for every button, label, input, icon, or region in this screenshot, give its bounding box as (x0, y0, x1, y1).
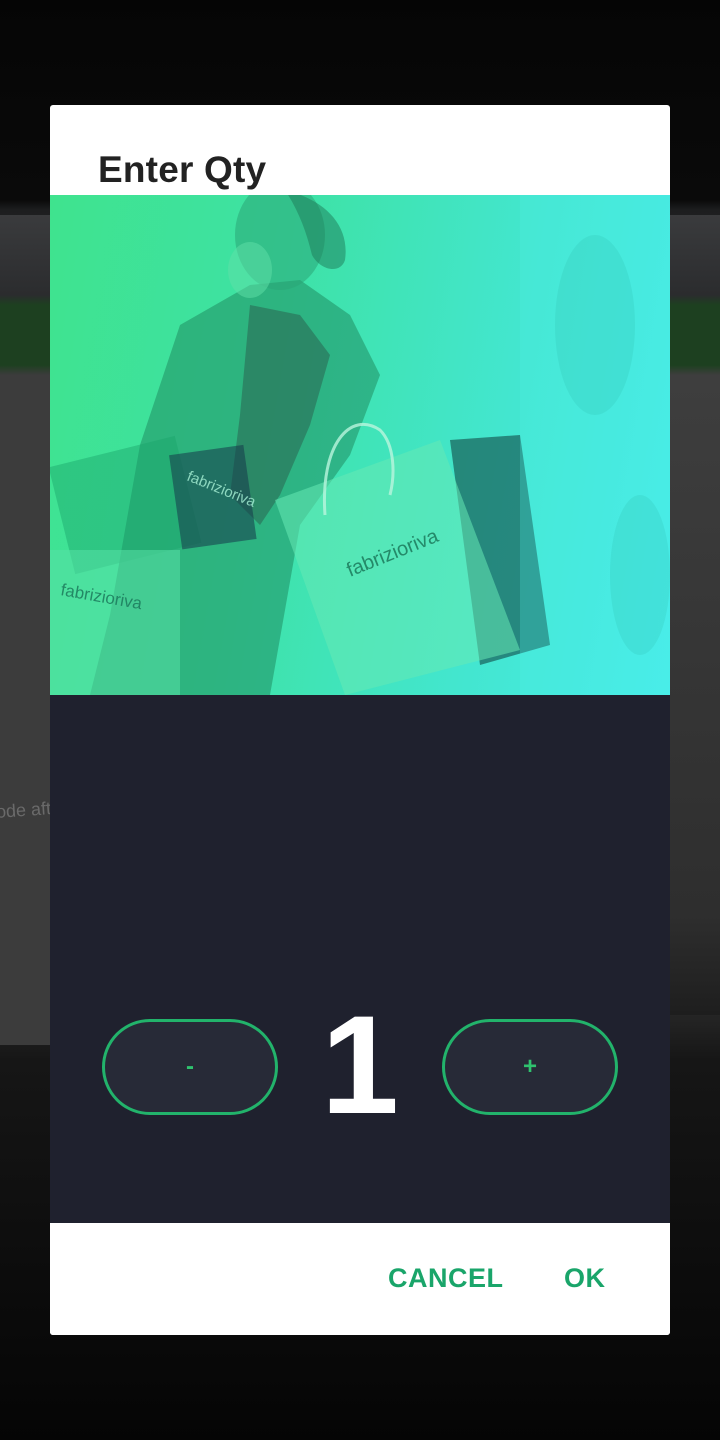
background-text: ode aft (0, 798, 52, 822)
quantity-value: 1 (321, 986, 399, 1143)
quantity-dialog: Enter Qty fabrizioriva fabrizioriva fabr… (50, 105, 670, 1335)
background-monitor-right (665, 215, 720, 1015)
shopping-woman-illustration: fabrizioriva fabrizioriva fabrizioriva (50, 195, 670, 695)
dialog-actions: CANCEL OK (50, 1223, 670, 1335)
dialog-title: Enter Qty (98, 149, 267, 190)
cancel-button[interactable]: CANCEL (388, 1263, 504, 1294)
increment-button[interactable]: + (442, 1019, 618, 1115)
quantity-panel: - 1 + (50, 695, 670, 1223)
hero-image: fabrizioriva fabrizioriva fabrizioriva (50, 195, 670, 695)
screen: ode aft Enter Qty fabrizioriva fabrizior… (0, 0, 720, 1440)
ok-button[interactable]: OK (564, 1263, 606, 1294)
decrement-button[interactable]: - (102, 1019, 278, 1115)
